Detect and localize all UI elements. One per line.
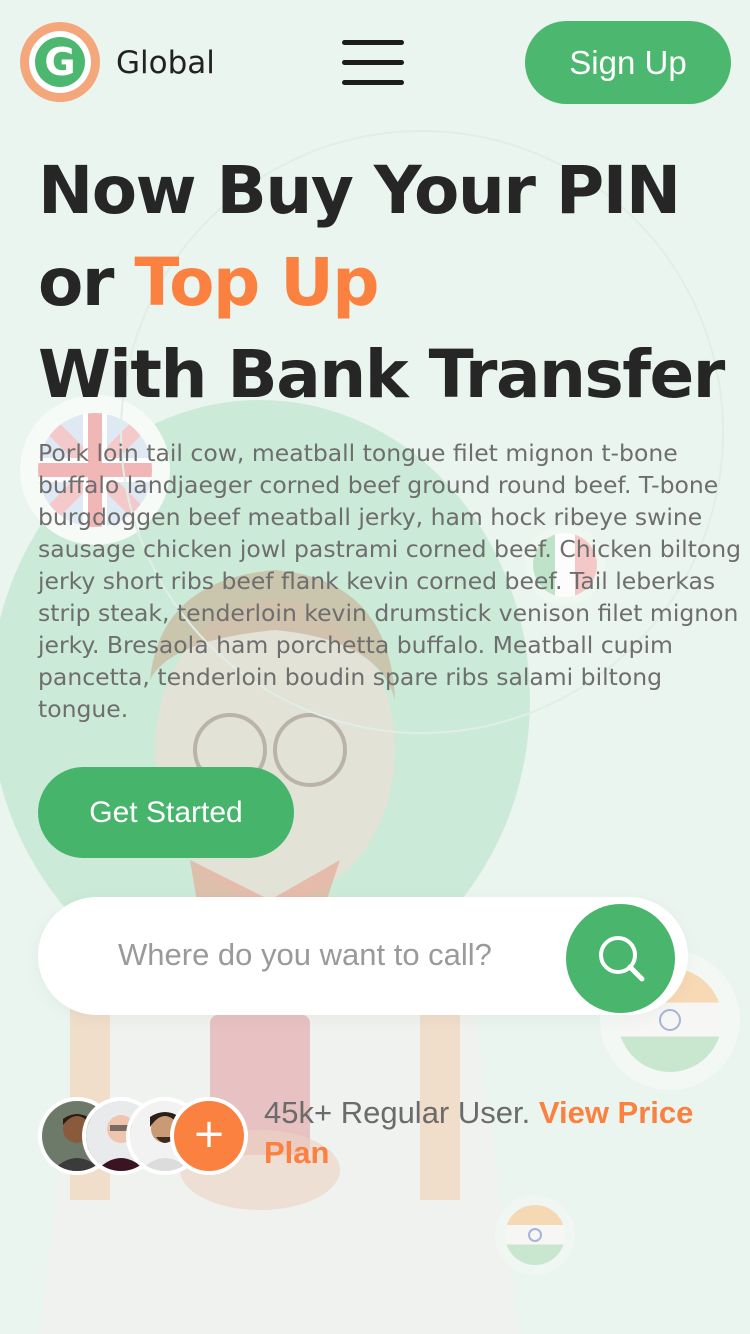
users-count: 45k+ Regular User. — [264, 1095, 539, 1130]
search-icon — [599, 936, 645, 982]
call-search-bar[interactable]: Where do you want to call? — [38, 897, 688, 1015]
headline-accent: Top Up — [134, 244, 379, 321]
headline-prefix: or — [38, 244, 135, 321]
user-avatars: + — [38, 1097, 248, 1175]
search-input[interactable]: Where do you want to call? — [118, 897, 492, 1015]
india-flag-icon-small — [505, 1205, 565, 1265]
get-started-button[interactable]: Get Started — [38, 767, 294, 858]
headline-line-1: Now Buy Your PIN — [38, 152, 681, 229]
site-header: G Global Sign Up — [0, 0, 750, 124]
regular-users-text: 45k+ Regular User. View Price Plan — [264, 1093, 724, 1173]
hero-heading: Now Buy Your PIN or Top Up With Bank Tra… — [38, 145, 738, 421]
hero-description: Pork loin tail cow, meatball tongue file… — [38, 439, 742, 723]
more-users-badge: + — [170, 1097, 248, 1175]
india-flag-badge-small — [495, 1195, 575, 1275]
brand-name[interactable]: Global — [116, 44, 215, 82]
search-button[interactable] — [566, 904, 675, 1013]
headline-line-3: With Bank Transfer — [38, 336, 725, 413]
hamburger-menu-icon[interactable] — [342, 40, 404, 86]
logo[interactable]: G — [20, 22, 100, 102]
logo-inner-ring: G — [29, 31, 91, 93]
logo-letter: G — [35, 37, 85, 87]
sign-up-button[interactable]: Sign Up — [525, 21, 731, 104]
headline-line-2: or Top Up — [38, 237, 738, 329]
